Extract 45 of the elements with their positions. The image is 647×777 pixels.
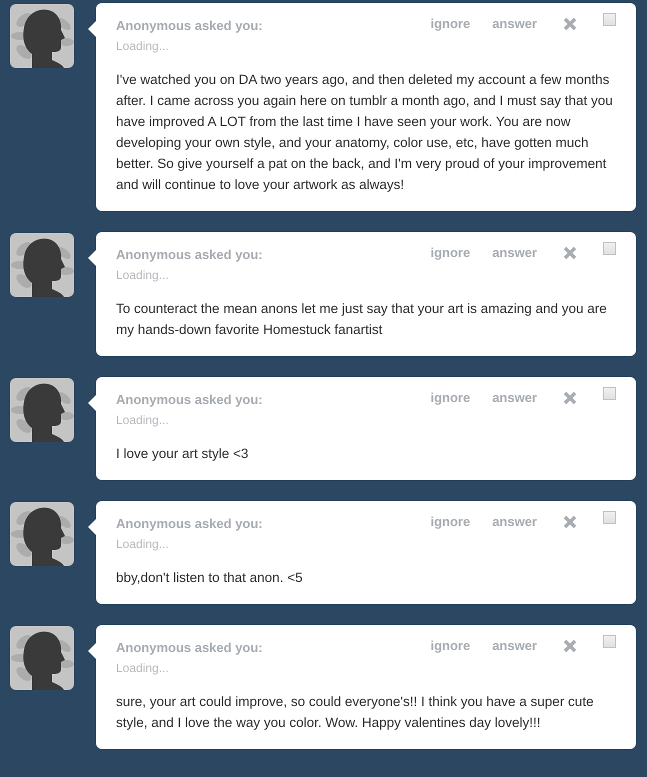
avatar-silhouette-icon xyxy=(10,502,74,566)
close-icon xyxy=(563,390,577,405)
asker-label: Anonymous asked you: xyxy=(116,639,264,657)
asker-label: Anonymous asked you: xyxy=(116,246,264,264)
delete-button[interactable] xyxy=(563,16,577,31)
loading-text: Loading... xyxy=(116,412,170,429)
avatar-silhouette-icon xyxy=(10,233,74,297)
avatar-silhouette-icon xyxy=(10,378,74,442)
loading-text: Loading... xyxy=(116,267,170,284)
delete-button[interactable] xyxy=(563,246,577,260)
close-icon xyxy=(563,514,577,529)
answer-link[interactable]: answer xyxy=(492,388,537,408)
select-checkbox[interactable] xyxy=(603,387,616,400)
delete-button[interactable] xyxy=(563,638,577,653)
asker-label: Anonymous asked you: xyxy=(116,17,264,35)
close-icon xyxy=(563,638,577,653)
answer-link[interactable]: answer xyxy=(492,243,537,262)
loading-text: Loading... xyxy=(116,38,170,55)
ignore-link[interactable]: ignore xyxy=(430,636,470,656)
avatar-silhouette-icon xyxy=(10,4,74,68)
answer-link[interactable]: answer xyxy=(492,14,537,34)
close-icon xyxy=(563,16,577,31)
answer-link[interactable]: answer xyxy=(492,636,537,656)
loading-text: Loading... xyxy=(116,660,170,677)
delete-button[interactable] xyxy=(563,390,577,405)
select-checkbox[interactable] xyxy=(603,635,616,648)
ignore-link[interactable]: ignore xyxy=(430,243,470,262)
question-text: sure, your art could improve, so could everyone's!! I think you have a super cute style, and I love the way you color. Wow. Happy valentines day lovely!!! xyxy=(116,693,595,732)
answer-link[interactable]: answer xyxy=(492,512,537,532)
select-checkbox[interactable] xyxy=(603,13,616,26)
asker-label: Anonymous asked you: xyxy=(116,515,264,533)
ignore-link[interactable]: ignore xyxy=(430,14,470,34)
select-checkbox[interactable] xyxy=(603,242,616,256)
question-text: I've watched you on DA two years ago, and then deleted my account a few months after. I came across you again here on tumblr a month ago, and I must say that you have improved A LOT from the last time I have seen your work. You are now developing your own style, and your anatomy, color use, etc, have gotten much better. So give yourself a pat on the back, and I'm very proud of your improvement and will continue to love your artwork as always! xyxy=(116,71,614,194)
delete-button[interactable] xyxy=(563,514,577,529)
select-checkbox[interactable] xyxy=(603,511,616,524)
question-text: bby,don't listen to that anon. <5 xyxy=(116,569,304,587)
loading-text: Loading... xyxy=(116,536,170,553)
question-text: To counteract the mean anons let me just say that your art is amazing and you are my hands-down favorite Homestuck fanartist xyxy=(116,300,608,339)
avatar-silhouette-icon xyxy=(10,626,74,690)
asker-label: Anonymous asked you: xyxy=(116,391,264,409)
ignore-link[interactable]: ignore xyxy=(430,388,470,408)
close-icon xyxy=(563,246,577,260)
ignore-link[interactable]: ignore xyxy=(430,512,470,532)
question-text: I love your art style <3 xyxy=(116,445,250,463)
